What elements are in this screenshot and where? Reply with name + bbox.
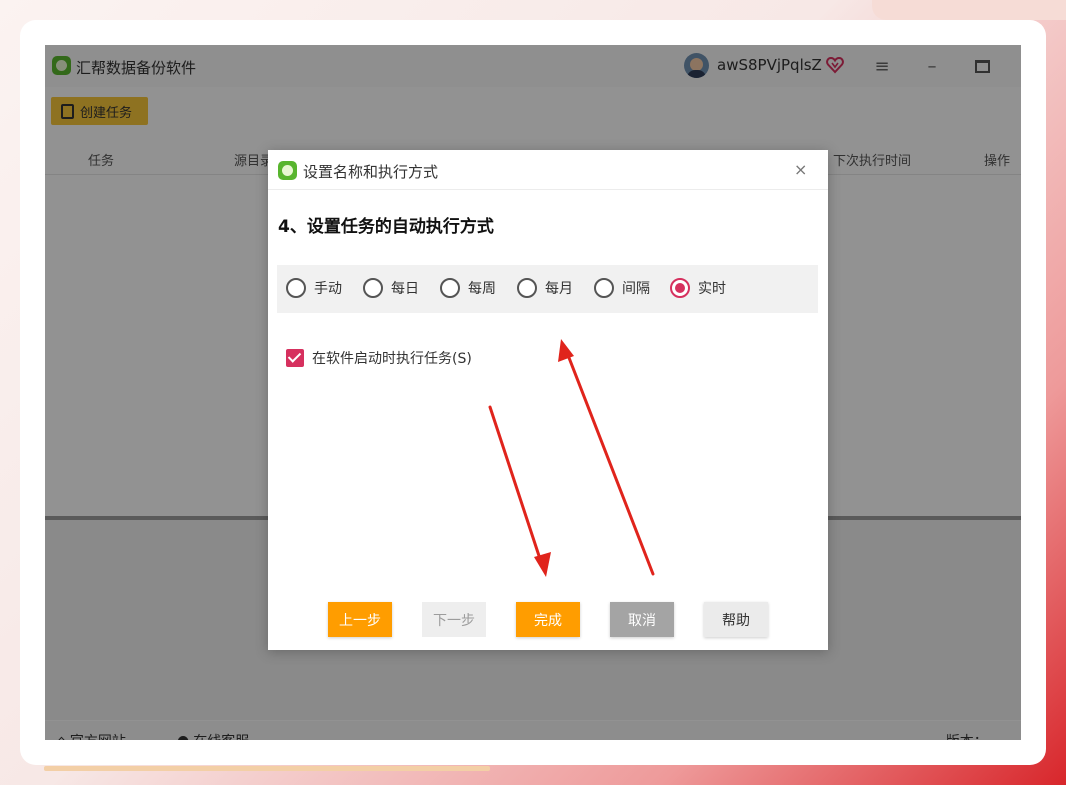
radio-circle-icon: [440, 278, 460, 298]
arrow-to-realtime-icon: [558, 339, 655, 576]
dialog-header: 设置名称和执行方式 ×: [268, 150, 828, 190]
radio-monthly[interactable]: 每月: [517, 278, 573, 298]
next-button[interactable]: 下一步: [422, 602, 486, 637]
radio-circle-icon: [594, 278, 614, 298]
finish-button[interactable]: 完成: [516, 602, 580, 637]
run-on-startup-checkbox[interactable]: 在软件启动时执行任务(S): [286, 348, 472, 368]
radio-weekly[interactable]: 每周: [440, 278, 496, 298]
checkbox-checked-icon: [286, 349, 304, 367]
radio-label: 实时: [698, 281, 726, 297]
dialog-logo-icon: [278, 161, 297, 180]
radio-interval[interactable]: 间隔: [594, 278, 650, 298]
help-button[interactable]: 帮助: [704, 602, 768, 637]
schedule-mode-group: 手动 每日 每周 每月 间隔 实时: [277, 265, 818, 313]
step-title: 4、设置任务的自动执行方式: [278, 217, 494, 237]
radio-label: 间隔: [622, 281, 650, 297]
checkbox-label: 在软件启动时执行任务(S): [312, 351, 472, 367]
radio-circle-icon: [363, 278, 383, 298]
close-icon[interactable]: ×: [794, 160, 807, 179]
background-accent-top: [872, 0, 1066, 20]
arrow-to-finish-icon: [488, 405, 551, 577]
background-accent-bottom: [44, 766, 490, 771]
radio-label: 每日: [391, 281, 419, 297]
radio-manual[interactable]: 手动: [286, 278, 342, 298]
dialog-title: 设置名称和执行方式: [303, 163, 439, 181]
radio-label: 每月: [545, 281, 573, 297]
radio-selected-icon: [670, 278, 690, 298]
radio-circle-icon: [286, 278, 306, 298]
radio-circle-icon: [517, 278, 537, 298]
cancel-button[interactable]: 取消: [610, 602, 674, 637]
schedule-dialog: 设置名称和执行方式 × 4、设置任务的自动执行方式 手动 每日 每周 每月 间隔…: [268, 150, 828, 650]
radio-daily[interactable]: 每日: [363, 278, 419, 298]
radio-realtime[interactable]: 实时: [670, 278, 726, 298]
radio-label: 每周: [468, 281, 496, 297]
prev-button[interactable]: 上一步: [328, 602, 392, 637]
radio-label: 手动: [314, 281, 342, 297]
